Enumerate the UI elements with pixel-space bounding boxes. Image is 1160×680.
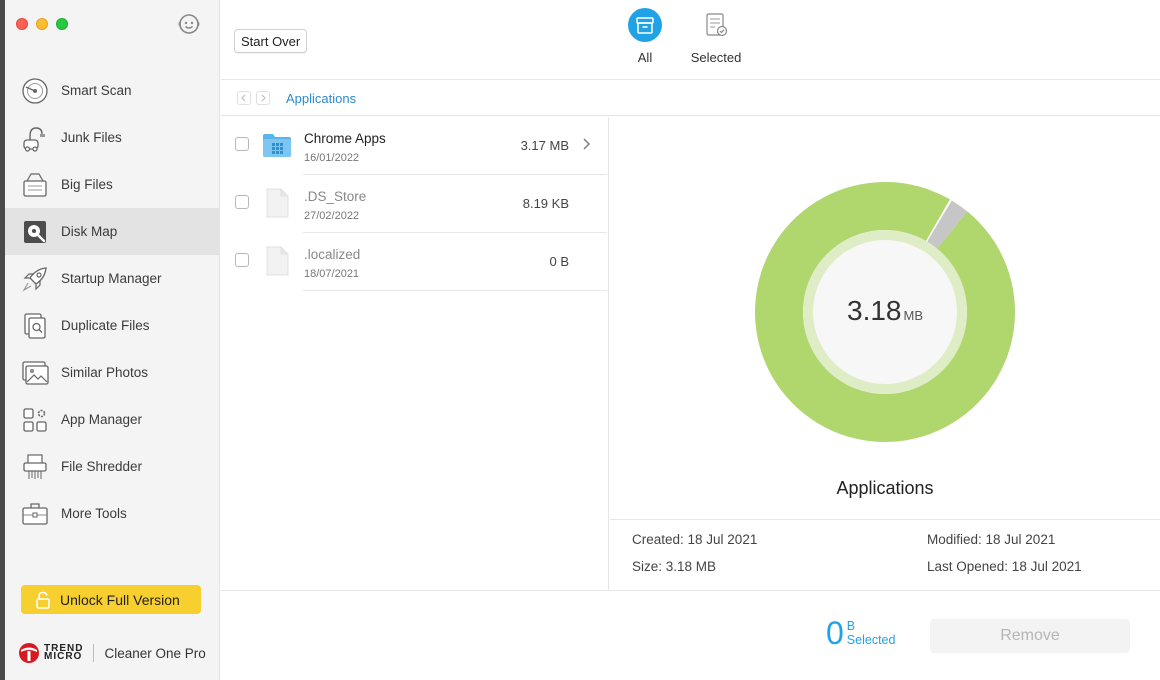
detail-title: Applications	[836, 478, 934, 498]
toolbox-icon	[21, 500, 49, 528]
unlock-icon	[35, 591, 53, 609]
file-size: 3.17 MB	[520, 138, 569, 153]
trend-micro-logo: TREND MICRO	[18, 642, 83, 664]
chevron-right-icon[interactable]	[581, 136, 591, 152]
minimize-window-button[interactable]	[36, 18, 48, 30]
detail-divider	[610, 519, 1160, 520]
selected-size-readout: 0 B Selected	[826, 616, 895, 650]
sidebar-item-label: Smart Scan	[61, 83, 132, 98]
app-grid-icon	[21, 406, 49, 434]
vacuum-icon	[21, 124, 49, 152]
archive-box-icon	[628, 8, 662, 42]
row-divider	[303, 290, 607, 291]
toolbar: Start Over All Selected	[221, 0, 1160, 80]
file-list: Chrome Apps 16/01/2022 3.17 MB .DS_Store…	[221, 117, 609, 590]
unlock-label: Unlock Full Version	[60, 591, 180, 608]
tab-label: Selected	[690, 50, 742, 65]
tab-selected[interactable]: Selected	[681, 8, 751, 65]
sidebar-item-label: Startup Manager	[61, 271, 162, 286]
sidebar-item-label: File Shredder	[61, 459, 143, 474]
selected-size-value: 0	[826, 615, 844, 651]
list-item[interactable]: Chrome Apps 16/01/2022 3.17 MB	[221, 117, 609, 175]
brand-footer: TREND MICRO Cleaner One Pro	[18, 642, 206, 664]
sidebar-item-label: Disk Map	[61, 224, 118, 239]
sidebar-item-more-tools[interactable]: More Tools	[5, 490, 219, 537]
back-button[interactable]	[237, 91, 251, 105]
unlock-full-version-button[interactable]: Unlock Full Version	[21, 585, 201, 614]
file-checkbox[interactable]	[235, 195, 249, 209]
created-date: Created: 18 Jul 2021	[632, 532, 758, 547]
selected-label: Selected	[846, 633, 896, 647]
sidebar-item-smart-scan[interactable]: Smart Scan	[5, 67, 219, 114]
sidebar-item-similar-photos[interactable]: Similar Photos	[5, 349, 219, 396]
big-files-icon	[21, 171, 49, 199]
tab-all[interactable]: All	[610, 8, 680, 65]
sidebar-item-label: Big Files	[61, 177, 113, 192]
last-opened-date: Last Opened: 18 Jul 2021	[927, 559, 1082, 574]
file-checkbox[interactable]	[235, 137, 249, 151]
sidebar-item-big-files[interactable]: Big Files	[5, 161, 219, 208]
modified-date: Modified: 18 Jul 2021	[927, 532, 1056, 547]
shredder-icon	[21, 453, 49, 481]
sidebar-item-label: Junk Files	[61, 130, 122, 145]
duplicate-files-icon	[21, 312, 49, 340]
breadcrumb-path[interactable]: Applications	[286, 91, 356, 106]
sidebar-item-file-shredder[interactable]: File Shredder	[5, 443, 219, 490]
selected-size-unit: B	[846, 619, 856, 633]
sidebar-item-startup-manager[interactable]: Startup Manager	[5, 255, 219, 302]
sidebar-item-disk-map[interactable]: Disk Map	[5, 208, 219, 255]
sidebar-item-duplicate-files[interactable]: Duplicate Files	[5, 302, 219, 349]
file-date: 18/07/2021	[304, 268, 360, 280]
document-icon	[261, 245, 293, 277]
disk-map-icon	[21, 218, 49, 246]
rocket-icon	[21, 265, 49, 293]
smart-scan-icon	[21, 77, 49, 105]
file-size: 8.19 KB	[522, 196, 569, 211]
zoom-window-button[interactable]	[56, 18, 68, 30]
file-name: Chrome Apps	[304, 131, 386, 146]
support-face-icon[interactable]	[177, 12, 201, 36]
total-size-readout: 3.18 MB	[755, 295, 1015, 327]
checklist-icon	[699, 8, 733, 42]
file-checkbox[interactable]	[235, 253, 249, 267]
remove-button[interactable]: Remove	[930, 619, 1130, 653]
tab-label: All	[637, 50, 653, 65]
chevron-left-icon	[241, 94, 246, 102]
chevron-right-icon	[261, 94, 266, 102]
sidebar-item-app-manager[interactable]: App Manager	[5, 396, 219, 443]
close-window-button[interactable]	[16, 18, 28, 30]
list-item[interactable]: .DS_Store 27/02/2022 8.19 KB	[221, 175, 609, 233]
photo-icon	[21, 359, 49, 387]
bottom-bar: 0 B Selected Remove	[221, 590, 1160, 680]
file-name: .localized	[304, 247, 361, 262]
app-window: Smart Scan Junk Files Big Files Disk Map…	[0, 0, 1160, 680]
sidebar: Smart Scan Junk Files Big Files Disk Map…	[0, 0, 220, 680]
detail-panel: 3.18 MB Applications Created: 18 Jul 2021…	[610, 117, 1160, 590]
file-size: 0 B	[549, 254, 569, 269]
forward-button[interactable]	[256, 91, 270, 105]
document-icon	[261, 187, 293, 219]
folder-icon	[261, 129, 293, 161]
total-size-value: 3.18	[847, 295, 902, 326]
sidebar-item-junk-files[interactable]: Junk Files	[5, 114, 219, 161]
start-over-button[interactable]: Start Over	[234, 29, 308, 53]
window-controls	[16, 18, 68, 30]
sidebar-item-label: Duplicate Files	[61, 318, 150, 333]
file-date: 16/01/2022	[304, 152, 360, 164]
file-name: .DS_Store	[304, 189, 367, 204]
total-size-unit: MB	[903, 308, 924, 323]
brand-divider	[93, 644, 95, 662]
breadcrumb: Applications	[221, 81, 1160, 116]
sidebar-nav: Smart Scan Junk Files Big Files Disk Map…	[5, 67, 219, 537]
sidebar-item-label: Similar Photos	[61, 365, 149, 380]
sidebar-item-label: App Manager	[61, 412, 143, 427]
list-item[interactable]: .localized 18/07/2021 0 B	[221, 233, 609, 291]
file-date: 27/02/2022	[304, 210, 360, 222]
folder-size: Size: 3.18 MB	[632, 559, 717, 574]
sidebar-item-label: More Tools	[61, 506, 127, 521]
product-name: Cleaner One Pro	[104, 645, 206, 661]
